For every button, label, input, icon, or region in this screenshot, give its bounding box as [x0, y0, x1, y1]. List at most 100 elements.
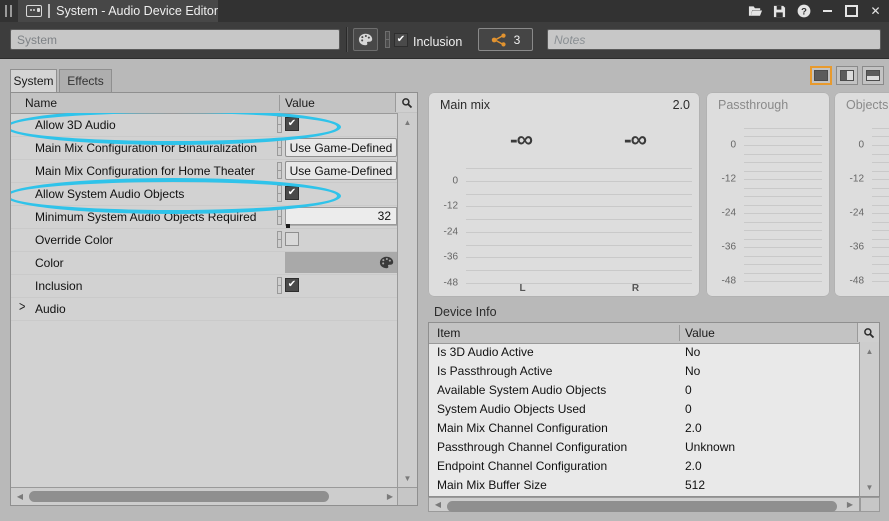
property-row-main-mix-configuration-for-binauralization[interactable]: Main Mix Configuration for Binauralizati…	[11, 136, 399, 160]
meter-tick-label: 0	[858, 139, 864, 150]
meter-gridline	[872, 171, 889, 172]
meter-gridline	[744, 154, 822, 155]
editor-window-tab[interactable]: System - Audio Device Editor	[18, 0, 218, 22]
tab-effects[interactable]: Effects	[59, 69, 112, 92]
minimize-icon[interactable]	[820, 4, 835, 19]
link-indicator-handle[interactable]	[277, 277, 282, 294]
device-info-value: Unknown	[685, 440, 735, 454]
device-info-item: System Audio Objects Used	[437, 402, 586, 416]
scroll-left-icon[interactable]: ◀	[431, 498, 445, 511]
references-button[interactable]: 3	[478, 28, 533, 51]
property-name: Override Color	[35, 233, 113, 247]
property-row-inclusion[interactable]: Inclusion✔	[11, 274, 399, 298]
link-indicator-handle[interactable]	[277, 231, 282, 248]
meter-gridline	[744, 188, 822, 189]
device-info-row[interactable]: Endpoint Channel Configuration2.0	[429, 456, 859, 475]
meter-scale: 0-12-24-36-48	[844, 128, 889, 281]
property-checkbox[interactable]	[285, 232, 299, 246]
toolbar-separator	[346, 27, 348, 52]
property-row-override-color[interactable]: Override Color	[11, 228, 399, 252]
property-checkbox[interactable]: ✔	[285, 278, 299, 292]
meter-level-value: -∞	[605, 126, 665, 153]
inclusion-link-handle[interactable]	[385, 31, 390, 48]
scroll-right-icon[interactable]: ▶	[843, 498, 857, 511]
property-row-allow-3d-audio[interactable]: Allow 3D Audio✔	[11, 113, 399, 137]
tab-system[interactable]: System	[10, 69, 57, 92]
property-row-main-mix-configuration-for-home-theater[interactable]: Main Mix Configuration for Home TheaterU…	[11, 159, 399, 183]
device-info-value: 2.0	[685, 459, 702, 473]
link-indicator-handle[interactable]	[277, 208, 282, 225]
scrollbar-thumb[interactable]	[29, 491, 329, 502]
property-row-allow-system-audio-objects[interactable]: Allow System Audio Objects✔	[11, 182, 399, 206]
meter-gridline	[744, 281, 822, 282]
maximize-icon[interactable]	[844, 4, 859, 19]
scroll-up-icon[interactable]: ▲	[860, 343, 879, 359]
inclusion-checkbox[interactable]: ✔	[394, 33, 408, 47]
property-row-audio[interactable]: >Audio	[11, 297, 399, 321]
device-info-horizontal-scrollbar[interactable]: ◀ ▶	[428, 497, 860, 512]
object-name-input[interactable]	[10, 29, 340, 50]
channel-labels: LR	[466, 283, 692, 295]
magnifier-icon	[863, 327, 875, 339]
drag-handle-icon[interactable]	[5, 5, 15, 17]
property-row-color[interactable]: Color	[11, 251, 399, 275]
meter-gridline	[872, 205, 889, 206]
scroll-down-icon[interactable]: ▼	[398, 470, 417, 486]
meter-tick-label: -24	[850, 208, 864, 219]
property-dropdown[interactable]: Use Game-Defined	[285, 161, 397, 180]
meter-tick-label: -36	[444, 252, 458, 263]
palette-icon	[358, 33, 373, 46]
meter-gridline	[466, 219, 692, 220]
scroll-left-icon[interactable]: ◀	[13, 488, 27, 505]
device-info-row[interactable]: Main Mix Buffer Size 512	[429, 475, 859, 494]
property-vertical-scrollbar[interactable]: ▲ ▼	[397, 113, 417, 487]
color-swatch-bar[interactable]	[285, 252, 398, 273]
link-indicator-handle[interactable]	[277, 162, 282, 179]
scroll-right-icon[interactable]: ▶	[383, 488, 397, 505]
notes-input[interactable]	[547, 29, 881, 50]
color-palette-button[interactable]	[353, 28, 378, 51]
property-horizontal-scrollbar[interactable]: ◀ ▶	[11, 487, 399, 505]
meter-gridline	[872, 196, 889, 197]
link-indicator-handle[interactable]	[277, 185, 282, 202]
property-dropdown[interactable]: Use Game-Defined	[285, 138, 397, 157]
property-table-header: Name Value	[11, 93, 417, 114]
search-button[interactable]	[395, 93, 417, 112]
device-info-row[interactable]: Is Passthrough ActiveNo	[429, 361, 859, 380]
device-info-row[interactable]: Available System Audio Objects0	[429, 380, 859, 399]
device-info-row[interactable]: Passthrough Channel ConfigurationUnknown	[429, 437, 859, 456]
meter-gridline	[744, 239, 822, 240]
audio-device-icon	[26, 5, 42, 17]
scrollbar-thumb[interactable]	[447, 501, 837, 512]
property-row-minimum-system-audio-objects-required[interactable]: Minimum System Audio Objects Required 32	[11, 205, 399, 229]
property-name: Minimum System Audio Objects Required	[35, 210, 256, 224]
property-checkbox[interactable]: ✔	[285, 117, 299, 131]
objects-label: Objects	[846, 98, 888, 112]
layout-split-vertical-button[interactable]	[836, 66, 858, 85]
meter-tick-label: 0	[452, 175, 458, 186]
device-info-item: Main Mix Buffer Size	[437, 478, 547, 492]
device-info-row[interactable]: System Audio Objects Used0	[429, 399, 859, 418]
device-info-row[interactable]: Is 3D Audio ActiveNo	[429, 342, 859, 361]
property-checkbox[interactable]: ✔	[285, 186, 299, 200]
expander-chevron-icon[interactable]: >	[19, 300, 25, 315]
open-file-icon[interactable]	[748, 4, 763, 19]
scroll-up-icon[interactable]: ▲	[398, 114, 417, 130]
scroll-down-icon[interactable]: ▼	[860, 479, 879, 495]
svg-text:?: ?	[801, 6, 807, 17]
property-rows: Allow 3D Audio✔Main Mix Configuration fo…	[11, 113, 399, 487]
close-icon[interactable]: ✕	[868, 4, 883, 19]
save-icon[interactable]	[772, 4, 787, 19]
help-icon[interactable]: ?	[796, 4, 811, 19]
link-indicator-handle[interactable]	[277, 139, 282, 156]
search-button[interactable]	[857, 323, 879, 342]
layout-editor-full-button[interactable]	[810, 66, 832, 85]
property-number-field[interactable]: 32	[285, 207, 397, 225]
meter-gridline	[872, 281, 889, 282]
device-info-vertical-scrollbar[interactable]: ▲ ▼	[859, 342, 879, 496]
layout-split-horizontal-button[interactable]	[862, 66, 884, 85]
device-info-row[interactable]: Main Mix Channel Configuration2.0	[429, 418, 859, 437]
link-indicator-handle[interactable]	[277, 116, 282, 133]
device-info-value: 512	[685, 478, 705, 492]
scrollbar-corner	[397, 487, 417, 505]
